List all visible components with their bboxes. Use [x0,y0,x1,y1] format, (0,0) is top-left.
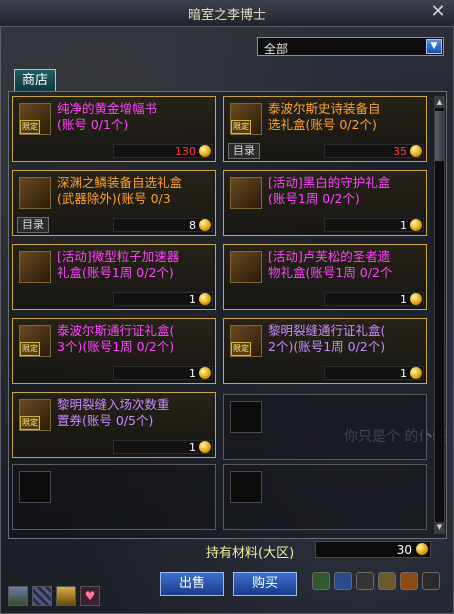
heart-icon[interactable]: ♥ [80,586,100,606]
figure-icon[interactable] [56,586,76,606]
item-price: 1 [189,293,196,306]
coin-icon [199,367,211,379]
shop-item-card[interactable]: 限定 黎明裂缝入场次数重 置券(账号 0/5个) 1 [12,392,216,458]
empty-slot [223,464,427,530]
item-price: 1 [400,367,407,380]
close-icon[interactable]: ✕ [428,2,448,22]
price-bar: 1 [324,218,424,232]
price-bar: 1 [113,440,213,454]
shop-item-card[interactable]: 深渊之鳞装备自选礼盒 (武器除外)(账号 0/3 目录 8 [12,170,216,236]
coin-icon [410,145,422,157]
item-price: 35 [393,145,407,158]
abyss-box-icon [19,177,51,209]
item-price: 1 [400,293,407,306]
skull-icon[interactable] [356,572,374,590]
item-name: 纯净的黄金增幅书 (账号 0/1个) [57,101,158,132]
materials-value: 30 [396,543,412,557]
empty-slot-icon [230,401,262,433]
item-name: [活动]黑白的守护礼盒 (账号1周 0/2个) [268,175,391,206]
shop-item-card[interactable]: [活动]黑白的守护礼盒 (账号1周 0/2个) 1 [223,170,427,236]
limited-badge: 限定 [20,120,40,134]
price-bar: 8 [113,218,213,232]
item-name: 泰波尔斯通行证礼盒( 3个)(账号1周 0/2个) [57,323,175,354]
shop-item-card[interactable]: 限定 黎明裂缝通行证礼盒( 2个)(账号1周 0/2个) 1 [223,318,427,384]
item-price: 1 [189,367,196,380]
coin-icon [416,543,428,555]
tp-icon[interactable] [334,572,352,590]
dawn-pass-box-icon: 限定 [230,325,262,357]
accelerator-box-icon [19,251,51,283]
item-name: 黎明裂缝通行证礼盒( 2个)(账号1周 0/2个) [268,323,386,354]
shop-item-card[interactable]: 限定 纯净的黄金增幅书 (账号 0/1个) 130 [12,96,216,162]
limited-badge: 限定 [20,416,40,430]
item-name: 泰波尔斯史诗装备自 选礼盒(账号 0/2个) [268,101,381,132]
price-bar: 35 [324,144,424,158]
empty-slot-icon [230,471,262,503]
epic-box-icon: 限定 [230,103,262,135]
coin-icon [410,219,422,231]
shop-item-card[interactable]: [活动]微型粒子加速器 礼盒(账号1周 0/2个) 1 [12,244,216,310]
coin-icon [199,219,211,231]
coin-icon [410,367,422,379]
price-bar: 130 [113,144,213,158]
reset-ticket-icon: 限定 [19,399,51,431]
limited-badge: 限定 [231,120,251,134]
title-bar: 暗室之李博士 ✕ [0,0,454,27]
sell-button[interactable]: 出售 [160,572,224,596]
price-bar: 1 [324,292,424,306]
price-bar: 1 [113,292,213,306]
catalog-button[interactable]: 目录 [17,217,49,233]
materials-box: 30 [315,541,431,558]
person-icon[interactable] [422,572,440,590]
menu-icon[interactable] [312,572,330,590]
horseshoe-icon[interactable] [378,572,396,590]
materials-label: 持有材料(大区) [206,546,295,561]
tab-shop[interactable]: 商店 [14,69,56,91]
limited-badge: 限定 [20,342,40,356]
scrollbar[interactable]: ▲ ▼ [434,96,445,534]
gem-icon[interactable] [400,572,418,590]
coin-icon [199,441,211,453]
golden-scroll-icon: 限定 [19,103,51,135]
landscape-icon[interactable] [8,586,28,606]
chevron-down-icon[interactable]: ▼ [426,39,442,54]
price-bar: 1 [324,366,424,380]
pattern-icon[interactable] [32,586,52,606]
item-price: 8 [189,219,196,232]
catalog-button[interactable]: 目录 [228,143,260,159]
item-name: 深渊之鳞装备自选礼盒 (武器除外)(账号 0/3 [57,175,183,206]
empty-slot [12,464,216,530]
relic-box-icon [230,251,262,283]
limited-badge: 限定 [231,342,251,356]
category-dropdown-value: 全部 [264,42,289,56]
shop-item-card[interactable]: [活动]卢芙松的圣者遗 物礼盒(账号1周 0/2个 1 [223,244,427,310]
item-price: 1 [189,441,196,454]
scroll-down-icon[interactable]: ▼ [435,522,444,533]
scroll-up-icon[interactable]: ▲ [435,97,444,108]
pass-box-icon: 限定 [19,325,51,357]
item-price: 130 [175,145,196,158]
item-name: 黎明裂缝入场次数重 置券(账号 0/5个) [57,397,170,428]
guardian-box-icon [230,177,262,209]
empty-slot-icon [19,471,51,503]
item-name: [活动]微型粒子加速器 礼盒(账号1周 0/2个) [57,249,180,280]
shop-item-card[interactable]: 限定 泰波尔斯通行证礼盒( 3个)(账号1周 0/2个) 1 [12,318,216,384]
category-dropdown[interactable]: 全部 ▼ [257,37,444,56]
item-name: [活动]卢芙松的圣者遗 物礼盒(账号1周 0/2个 [268,249,393,280]
coin-icon [199,145,211,157]
price-bar: 1 [113,366,213,380]
buy-button[interactable]: 购买 [233,572,297,596]
shop-item-card[interactable]: 限定 泰波尔斯史诗装备自 选礼盒(账号 0/2个) 目录 35 [223,96,427,162]
scroll-thumb[interactable] [435,111,444,161]
empty-slot [223,394,427,460]
item-price: 1 [400,219,407,232]
coin-icon [199,293,211,305]
coin-icon [410,293,422,305]
window-title: 暗室之李博士 [187,8,266,23]
